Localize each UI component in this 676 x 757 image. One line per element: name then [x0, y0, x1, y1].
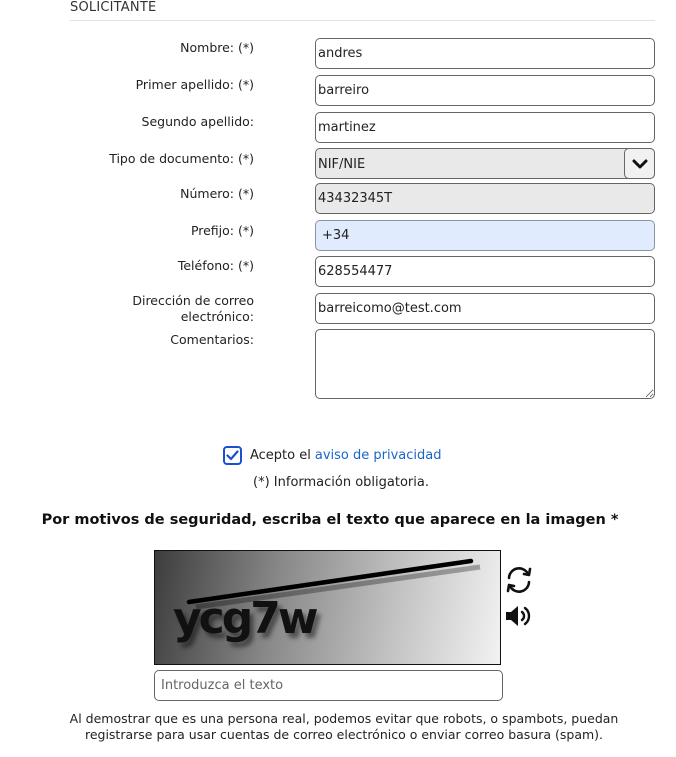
- captcha-image: ycg7w: [154, 550, 501, 665]
- chevron-down-icon: [632, 159, 647, 168]
- mandatory-note: (*) Información obligatoria.: [253, 475, 429, 490]
- email-input[interactable]: [315, 293, 655, 324]
- privacy-checkbox[interactable]: [223, 446, 242, 465]
- label-numero: Número: (*): [180, 186, 254, 201]
- numero-input[interactable]: [315, 183, 655, 214]
- label-nombre: Nombre: (*): [180, 40, 254, 55]
- telefono-input[interactable]: [315, 256, 655, 287]
- label-tipo-documento: Tipo de documento: (*): [109, 151, 254, 166]
- captcha-text: ycg7w: [173, 593, 319, 644]
- captcha-info: Al demostrar que es una persona real, po…: [50, 711, 638, 743]
- privacy-text: Acepto el: [250, 448, 311, 463]
- label-email-line2: electrónico:: [180, 309, 254, 324]
- label-email-line1: Dirección de correo: [132, 293, 254, 308]
- nombre-input[interactable]: [315, 38, 655, 69]
- checkmark-icon: [226, 450, 239, 461]
- label-email: Dirección de correo electrónico:: [54, 293, 254, 325]
- dropdown-button[interactable]: [624, 148, 655, 179]
- captcha-info-line2: registrarse para usar cuentas de correo …: [84, 727, 604, 742]
- primer-apellido-input[interactable]: [315, 75, 655, 106]
- tipo-documento-select[interactable]: NIF/NIE: [315, 148, 655, 179]
- privacy-consent: Acepto el aviso de privacidad: [223, 446, 441, 465]
- label-telefono: Teléfono: (*): [177, 258, 254, 273]
- privacy-policy-link[interactable]: aviso de privacidad: [315, 448, 442, 463]
- tipo-documento-value: NIF/NIE: [318, 157, 366, 172]
- section-title-solicitante: SOLICITANTE: [70, 0, 655, 21]
- speaker-icon[interactable]: [504, 603, 534, 633]
- segundo-apellido-input[interactable]: [315, 112, 655, 143]
- refresh-icon[interactable]: [504, 566, 534, 598]
- label-segundo-apellido: Segundo apellido:: [141, 114, 254, 129]
- comentarios-textarea[interactable]: [315, 329, 655, 399]
- captcha-input[interactable]: [154, 670, 503, 701]
- label-comentarios: Comentarios:: [170, 332, 254, 347]
- captcha-title: Por motivos de seguridad, escriba el tex…: [41, 512, 619, 528]
- label-prefijo: Prefijo: (*): [190, 223, 254, 238]
- prefijo-input[interactable]: [315, 220, 655, 251]
- captcha-info-line1: Al demostrar que es una persona real, po…: [69, 711, 619, 726]
- label-primer-apellido: Primer apellido: (*): [135, 77, 254, 92]
